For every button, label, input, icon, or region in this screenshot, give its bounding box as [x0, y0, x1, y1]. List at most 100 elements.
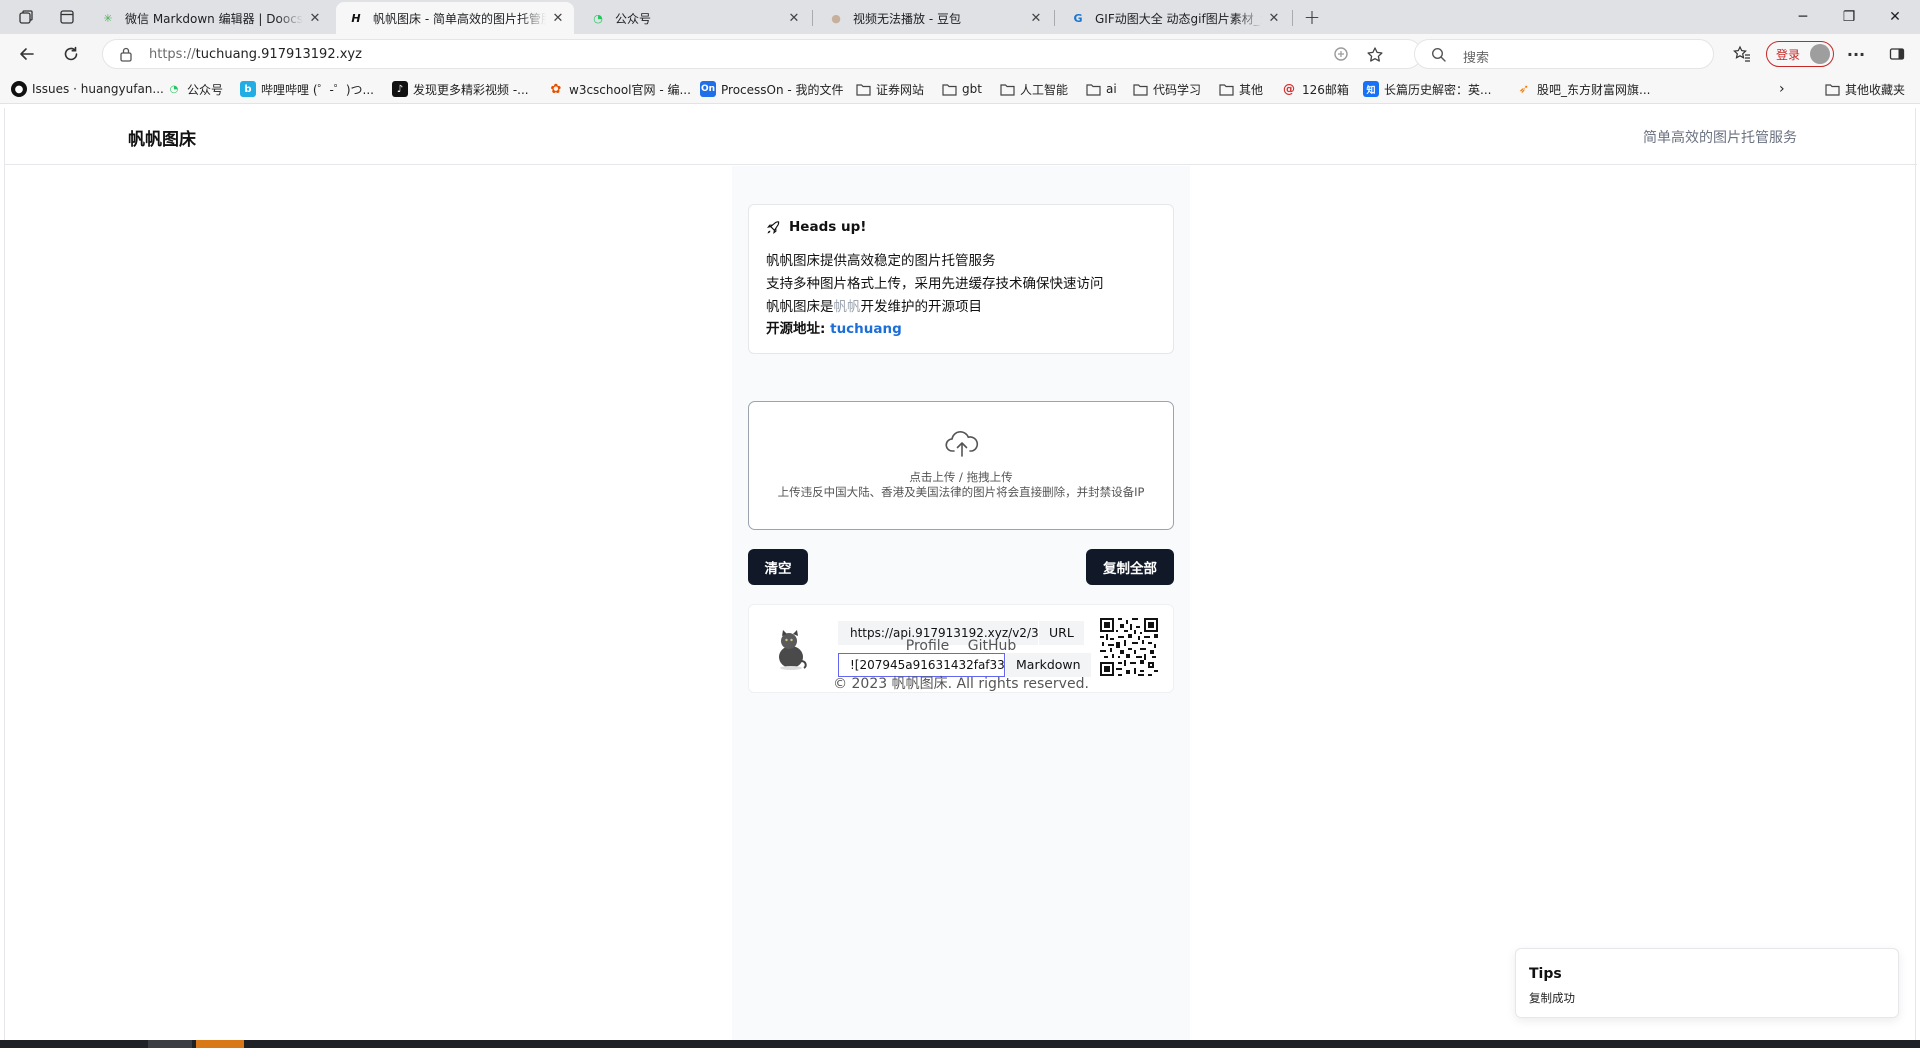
heads-up-alert: Heads up! 帆帆图床提供高效稳定的图片托管服务 支持多种图片格式上传，采…	[748, 204, 1174, 354]
browser-tab[interactable]: ◔ 公众号 ✕	[578, 2, 810, 34]
toast-notification: Tips 复制成功	[1515, 948, 1899, 1018]
browser-tab[interactable]: ✳ 微信 Markdown 编辑器 | Doocs 开源社区 ✕	[88, 2, 331, 34]
browser-tab-active[interactable]: H 帆帆图床 - 简单高效的图片托管服务 ✕	[336, 2, 574, 34]
w3cschool-icon: ✿	[550, 81, 562, 97]
bookmark-item[interactable]: ● Issues · huangyufan...	[11, 80, 164, 98]
chevron-right-icon[interactable]: ›	[1779, 80, 1785, 98]
cloud-upload-icon	[945, 431, 979, 457]
window-close-icon[interactable]: ✕	[1872, 0, 1918, 34]
bookmark-folder[interactable]: 人工智能	[999, 80, 1068, 98]
close-icon[interactable]: ✕	[786, 10, 802, 26]
bookmark-label: w3cschool官网 - 编...	[569, 82, 691, 97]
bookmark-folder[interactable]: ai	[1085, 80, 1117, 98]
browser-toolbar: https://tuchuang.917913192.xyz 搜索 登录 ···	[0, 34, 1920, 74]
bookmark-item[interactable]: On ProcessOn - 我的文件	[700, 80, 844, 98]
bookmark-folder[interactable]: 证券网站	[855, 80, 924, 98]
processon-icon: On	[700, 81, 716, 97]
folder-icon	[1824, 81, 1840, 97]
bookmark-label: 哔哩哔哩 (゜-゜)つ...	[261, 82, 374, 97]
footer-links: Profile GitHub	[732, 638, 1190, 654]
back-icon[interactable]	[13, 40, 41, 68]
tab-actions-icon[interactable]	[57, 7, 77, 27]
alert-heading: Heads up!	[766, 219, 866, 235]
github-link[interactable]: GitHub	[968, 638, 1017, 654]
bookmark-item[interactable]: b 哔哩哔哩 (゜-゜)つ...	[240, 80, 374, 98]
sidebar-toggle-icon[interactable]	[1883, 40, 1911, 68]
eastmoney-icon: ➶	[1518, 81, 1530, 97]
taskbar-app[interactable]	[148, 1040, 192, 1048]
bookmark-item[interactable]: ✿ w3cschool官网 - 编...	[548, 80, 691, 98]
favorites-icon[interactable]	[1728, 40, 1756, 68]
folder-icon	[1085, 81, 1101, 97]
other-bookmarks-folder[interactable]: 其他收藏夹	[1824, 80, 1905, 98]
repo-link[interactable]: tuchuang	[830, 321, 902, 337]
main-column: Heads up! 帆帆图床提供高效稳定的图片托管服务 支持多种图片格式上传，采…	[732, 166, 1190, 1040]
close-icon[interactable]: ✕	[550, 10, 566, 26]
favorite-star-icon[interactable]	[1366, 46, 1384, 68]
search-placeholder: 搜索	[1463, 51, 1490, 66]
bookmark-label: 人工智能	[1020, 82, 1069, 97]
bookmark-item[interactable]: @126邮箱	[1281, 80, 1349, 98]
restore-icon[interactable]: ❐	[1826, 0, 1872, 34]
tab-divider	[1054, 10, 1055, 26]
bookmark-item[interactable]: ♪ 发现更多精彩视频 -...	[392, 80, 529, 98]
tab-title: 帆帆图床 - 简单高效的图片托管服务	[373, 11, 546, 26]
search-box[interactable]: 搜索	[1414, 39, 1714, 69]
folder-icon	[941, 81, 957, 97]
tab-favicon-icon: G	[1073, 11, 1083, 25]
tab-favicon-icon: ✳	[103, 11, 113, 25]
close-icon[interactable]: ✕	[1028, 10, 1044, 26]
copy-all-button[interactable]: 复制全部	[1086, 549, 1174, 585]
minimize-icon[interactable]: ─	[1780, 0, 1826, 34]
bookmark-label: ProcessOn - 我的文件	[721, 82, 844, 97]
bookmark-folder[interactable]: 代码学习	[1132, 80, 1201, 98]
folder-icon	[999, 81, 1015, 97]
bookmark-item[interactable]: ◔ 公众号	[166, 80, 223, 98]
new-tab-icon[interactable]: +	[1302, 5, 1322, 29]
profile-link[interactable]: Profile	[906, 638, 950, 654]
repo-label: 开源地址:	[766, 321, 831, 337]
bookmark-label: ai	[1106, 82, 1117, 96]
alert-line: 支持多种图片格式上传，采用先进缓存技术确保快速访问	[766, 276, 1104, 292]
login-button[interactable]: 登录	[1766, 41, 1834, 67]
workspaces-icon[interactable]	[16, 7, 36, 27]
browser-tab[interactable]: ● 视频无法播放 - 豆包 ✕	[816, 2, 1052, 34]
alert-line: 帆帆图床提供高效稳定的图片托管服务	[766, 253, 996, 269]
alert-line: 帆帆图床是帆帆开发维护的开源项目	[766, 295, 982, 315]
tab-favicon-icon: ●	[831, 11, 841, 25]
address-bar[interactable]: https://tuchuang.917913192.xyz	[102, 39, 1422, 69]
site-tagline: 简单高效的图片托管服务	[1643, 130, 1797, 146]
author-name: 帆帆	[833, 299, 861, 315]
upload-dropzone[interactable]: 点击上传 / 拖拽上传 上传违反中国大陆、香港及美国法律的图片将会直接删除，并封…	[748, 401, 1174, 530]
close-icon[interactable]: ✕	[307, 10, 323, 26]
bookmarks-bar: ● Issues · huangyufan... ◔ 公众号 b 哔哩哔哩 (゜-゜)…	[0, 74, 1920, 104]
alert-line: 开源地址: tuchuang	[766, 317, 902, 337]
site-brand[interactable]: 帆帆图床	[128, 125, 196, 150]
login-label: 登录	[1776, 47, 1801, 62]
zhihu-icon: 知	[1363, 81, 1379, 97]
bookmark-label: gbt	[962, 82, 982, 96]
bookmark-label: 126邮箱	[1302, 82, 1349, 97]
taskbar-app-active[interactable]	[196, 1040, 244, 1048]
site-header: 帆帆图床 简单高效的图片托管服务	[5, 108, 1917, 165]
mail126-icon: @	[1283, 82, 1295, 96]
browser-tab[interactable]: G GIF动图大全 动态gif图片素材_免费 ✕	[1058, 2, 1290, 34]
translate-icon[interactable]	[1333, 46, 1349, 66]
bookmark-item[interactable]: 知长篇历史解密：英...	[1363, 80, 1491, 98]
bookmark-label: 公众号	[187, 82, 224, 97]
bookmark-folder[interactable]: 其他	[1218, 80, 1263, 98]
rocket-icon	[767, 220, 780, 234]
bookmark-label: 股吧_东方财富网旗...	[1537, 82, 1651, 97]
bookmark-item[interactable]: ➶ 股吧_东方财富网旗...	[1516, 80, 1651, 98]
tab-divider	[1292, 10, 1293, 26]
bilibili-icon: b	[240, 81, 256, 97]
tab-title: 视频无法播放 - 豆包	[853, 11, 961, 26]
url-text[interactable]: https://tuchuang.917913192.xyz	[149, 47, 362, 62]
bookmark-folder[interactable]: gbt	[941, 80, 982, 98]
clear-button[interactable]: 清空	[748, 549, 808, 585]
close-icon[interactable]: ✕	[1266, 10, 1282, 26]
reload-icon[interactable]	[57, 40, 85, 68]
url-host: tuchuang.917913192.xyz	[195, 47, 362, 62]
more-options-icon[interactable]: ···	[1842, 40, 1870, 68]
lock-icon[interactable]	[119, 46, 133, 66]
